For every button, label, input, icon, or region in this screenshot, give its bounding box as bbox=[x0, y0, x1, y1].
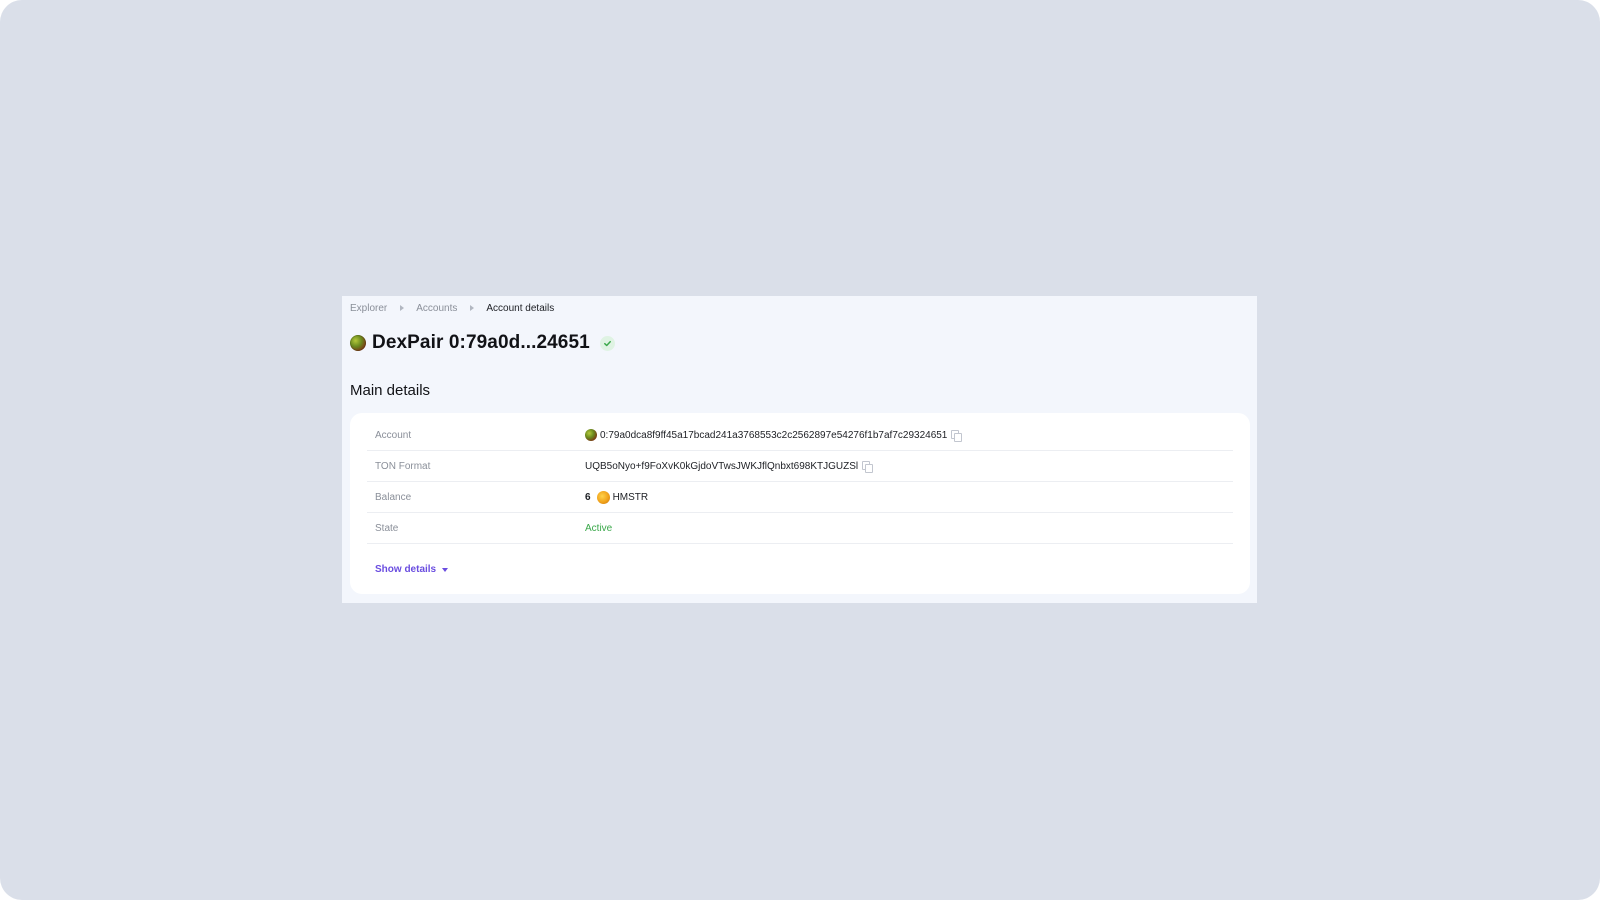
breadcrumb-accounts[interactable]: Accounts bbox=[416, 303, 457, 314]
verified-check-icon bbox=[599, 335, 615, 351]
details-list: Account 0:79a0dca8f9ff45a17bcad241a37685… bbox=[367, 420, 1233, 544]
hmstr-coin-icon bbox=[596, 490, 610, 504]
row-value: 0:79a0dca8f9ff45a17bcad241a3768553c2c256… bbox=[585, 429, 963, 442]
row-value: 6 HMSTR bbox=[585, 490, 649, 504]
row-value: Active bbox=[585, 523, 612, 534]
page-header: DexPair 0:79a0d...24651 bbox=[350, 331, 615, 355]
breadcrumb-current: Account details bbox=[486, 302, 555, 314]
account-details-panel: Explorer Accounts Account details DexPai… bbox=[342, 296, 1257, 603]
breadcrumb: Explorer Accounts Account details bbox=[350, 301, 554, 315]
row-ton-format: TON Format UQB5oNyo+f9FoXvK0kGjdoVTwsJWK… bbox=[367, 451, 1233, 482]
row-account: Account 0:79a0dca8f9ff45a17bcad241a37685… bbox=[367, 420, 1233, 451]
row-value: UQB5oNyo+f9FoXvK0kGjdoVTwsJWKJflQnbxt698… bbox=[585, 460, 874, 473]
show-details-button[interactable]: Show details bbox=[375, 564, 449, 575]
balance-amount: 6 bbox=[585, 491, 591, 503]
account-avatar-icon bbox=[585, 429, 597, 441]
row-state: State Active bbox=[367, 513, 1233, 544]
status-badge: Active bbox=[585, 522, 613, 534]
main-details-card: Account 0:79a0dca8f9ff45a17bcad241a37685… bbox=[350, 413, 1250, 594]
caret-down-icon bbox=[442, 567, 449, 572]
row-label: TON Format bbox=[375, 460, 431, 472]
copy-icon[interactable] bbox=[862, 460, 874, 473]
ton-format-address[interactable]: UQB5oNyo+f9FoXvK0kGjdoVTwsJWKJflQnbxt698… bbox=[585, 461, 858, 472]
row-label: Account bbox=[375, 429, 412, 441]
row-label: Balance bbox=[375, 491, 412, 503]
balance-token[interactable]: HMSTR bbox=[613, 492, 649, 503]
show-details-label: Show details bbox=[375, 564, 437, 575]
account-address[interactable]: 0:79a0dca8f9ff45a17bcad241a3768553c2c256… bbox=[600, 430, 947, 441]
section-title-main-details: Main details bbox=[350, 382, 431, 399]
row-label: State bbox=[375, 522, 399, 534]
breadcrumb-explorer[interactable]: Explorer bbox=[350, 303, 387, 314]
account-avatar-icon bbox=[350, 335, 366, 351]
chevron-right-icon bbox=[470, 305, 475, 311]
row-balance: Balance 6 HMSTR bbox=[367, 482, 1233, 513]
copy-icon[interactable] bbox=[951, 429, 963, 442]
page-title: DexPair 0:79a0d...24651 bbox=[372, 332, 590, 353]
chevron-right-icon bbox=[400, 305, 405, 311]
